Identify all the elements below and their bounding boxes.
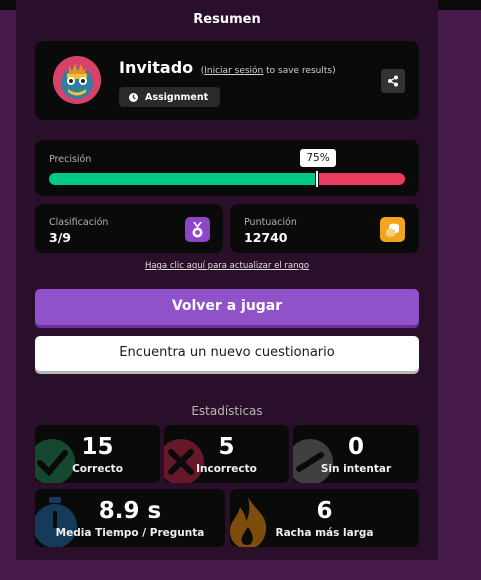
incorrect-tile: 5 Incorrecto xyxy=(164,425,289,483)
score-card: Puntuación 12740 xyxy=(230,204,419,253)
rank-value: 3/9 xyxy=(49,230,71,245)
score-value: 12740 xyxy=(244,230,288,245)
accuracy-incorrect-fill xyxy=(319,173,405,185)
streak-label: Racha más larga xyxy=(275,527,374,539)
avatar xyxy=(53,56,101,104)
streak-value: 6 xyxy=(316,498,333,524)
avatar-monster-icon xyxy=(53,56,101,104)
coins-icon xyxy=(380,217,405,242)
correct-count: 15 xyxy=(81,434,114,460)
share-icon xyxy=(388,75,398,87)
score-label: Puntuación xyxy=(244,217,297,228)
assignment-label: Assignment xyxy=(145,91,209,103)
incorrect-count: 5 xyxy=(218,434,235,460)
clock-icon xyxy=(129,92,138,102)
user-name: Invitado xyxy=(119,58,194,77)
assignment-badge: Assignment xyxy=(119,87,221,107)
rank-card: Clasificación 3/9 xyxy=(35,204,223,253)
correct-label: Correcto xyxy=(72,463,123,475)
average-time-value: 8.9 s xyxy=(98,498,162,524)
streak-tile: 6 Racha más larga xyxy=(230,489,419,547)
share-button[interactable] xyxy=(381,69,405,93)
login-link[interactable]: Iniciar sesión xyxy=(204,66,263,76)
rank-label: Clasificación xyxy=(49,217,109,228)
user-card: Invitado (Iniciar sesión to save results… xyxy=(35,41,419,120)
medal-icon xyxy=(185,217,210,242)
play-again-button[interactable]: Volver a jugar xyxy=(35,289,419,325)
accuracy-correct-fill xyxy=(49,173,315,185)
login-note: (Iniciar sesión to save results) xyxy=(201,66,336,76)
refresh-rank-link[interactable]: Haga clic aquí para actualizar el rango xyxy=(16,261,438,271)
summary-title: Resumen xyxy=(193,12,261,27)
average-time-tile: 8.9 s Media Tiempo / Pregunta xyxy=(35,489,225,547)
accuracy-percent: 75% xyxy=(300,149,336,167)
accuracy-card: Precisión 75% xyxy=(35,140,419,196)
incorrect-label: Incorrecto xyxy=(196,463,257,475)
accuracy-label: Precisión xyxy=(49,154,92,165)
accuracy-marker xyxy=(316,171,318,187)
user-name-line: Invitado (Iniciar sesión to save results… xyxy=(119,58,336,77)
unattempted-count: 0 xyxy=(347,434,364,460)
correct-tile: 15 Correcto xyxy=(35,425,160,483)
unattempted-tile: 0 Sin intentar xyxy=(293,425,419,483)
unattempted-label: Sin intentar xyxy=(320,463,392,475)
accuracy-bar: 75% xyxy=(49,149,405,187)
statistics-title: Estadísticas xyxy=(191,404,263,418)
summary-panel: Resumen Invitado (Iniciar sesión to save… xyxy=(16,0,438,560)
average-time-label: Media Tiempo / Pregunta xyxy=(55,527,205,539)
login-note-rest: to save results) xyxy=(263,66,336,76)
new-quiz-button[interactable]: Encuentra un nuevo cuestionario xyxy=(35,336,419,371)
